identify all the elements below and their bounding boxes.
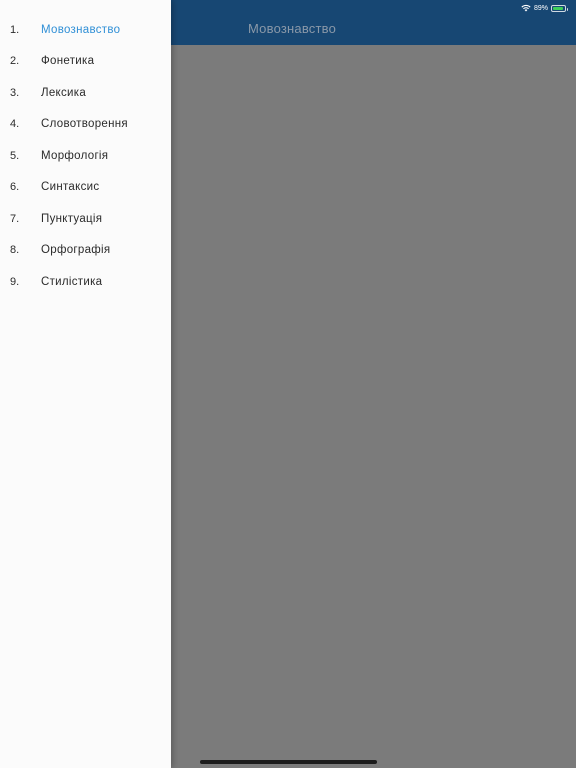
battery-tip <box>566 7 568 11</box>
drawer-item-morphology[interactable]: 5. Морфологія <box>0 140 171 172</box>
item-label: Словотворення <box>41 118 128 131</box>
item-label: Морфологія <box>41 149 109 162</box>
item-number: 1. <box>10 23 20 36</box>
drawer-item-phonetics[interactable]: 2. Фонетика <box>0 46 171 78</box>
drawer-item-word-formation[interactable]: 4. Словотворення <box>0 109 171 141</box>
item-label: Стилістика <box>41 275 103 288</box>
screen: Мовознавство 89% 1. Мовознавство 2. Фоне <box>0 0 576 768</box>
drawer-item-linguistics[interactable]: 1. Мовознавство <box>0 14 171 46</box>
drawer-item-punctuation[interactable]: 7. Пунктуація <box>0 203 171 235</box>
item-number: 5. <box>10 149 20 162</box>
home-indicator[interactable] <box>200 760 377 764</box>
item-number: 7. <box>10 212 20 225</box>
item-number: 2. <box>10 55 20 68</box>
drawer-item-syntax[interactable]: 6. Синтаксис <box>0 172 171 204</box>
item-number: 9. <box>10 275 20 288</box>
item-number: 8. <box>10 244 20 257</box>
item-label: Лексика <box>41 86 87 99</box>
item-label: Синтаксис <box>41 181 100 194</box>
item-label: Орфографія <box>41 244 111 257</box>
status-bar: 89% <box>521 3 568 13</box>
item-label: Пунктуація <box>41 212 103 225</box>
app-title: Мовознавство <box>248 21 337 36</box>
item-number: 6. <box>10 181 20 194</box>
wifi-icon <box>521 4 531 12</box>
battery-icon <box>551 4 568 12</box>
navigation-drawer: 1. Мовознавство 2. Фонетика 3. Лексика 4… <box>0 0 171 768</box>
battery-fill <box>553 6 563 10</box>
drawer-item-stylistics[interactable]: 9. Стилістика <box>0 266 171 298</box>
drawer-item-orthography[interactable]: 8. Орфографія <box>0 235 171 267</box>
battery-percent: 89% <box>533 4 548 12</box>
drawer-list: 1. Мовознавство 2. Фонетика 3. Лексика 4… <box>0 14 171 298</box>
item-number: 3. <box>10 86 20 99</box>
drawer-item-lexicon[interactable]: 3. Лексика <box>0 77 171 109</box>
item-label: Фонетика <box>41 55 95 68</box>
item-number: 4. <box>10 118 20 131</box>
item-label: Мовознавство <box>41 23 121 36</box>
